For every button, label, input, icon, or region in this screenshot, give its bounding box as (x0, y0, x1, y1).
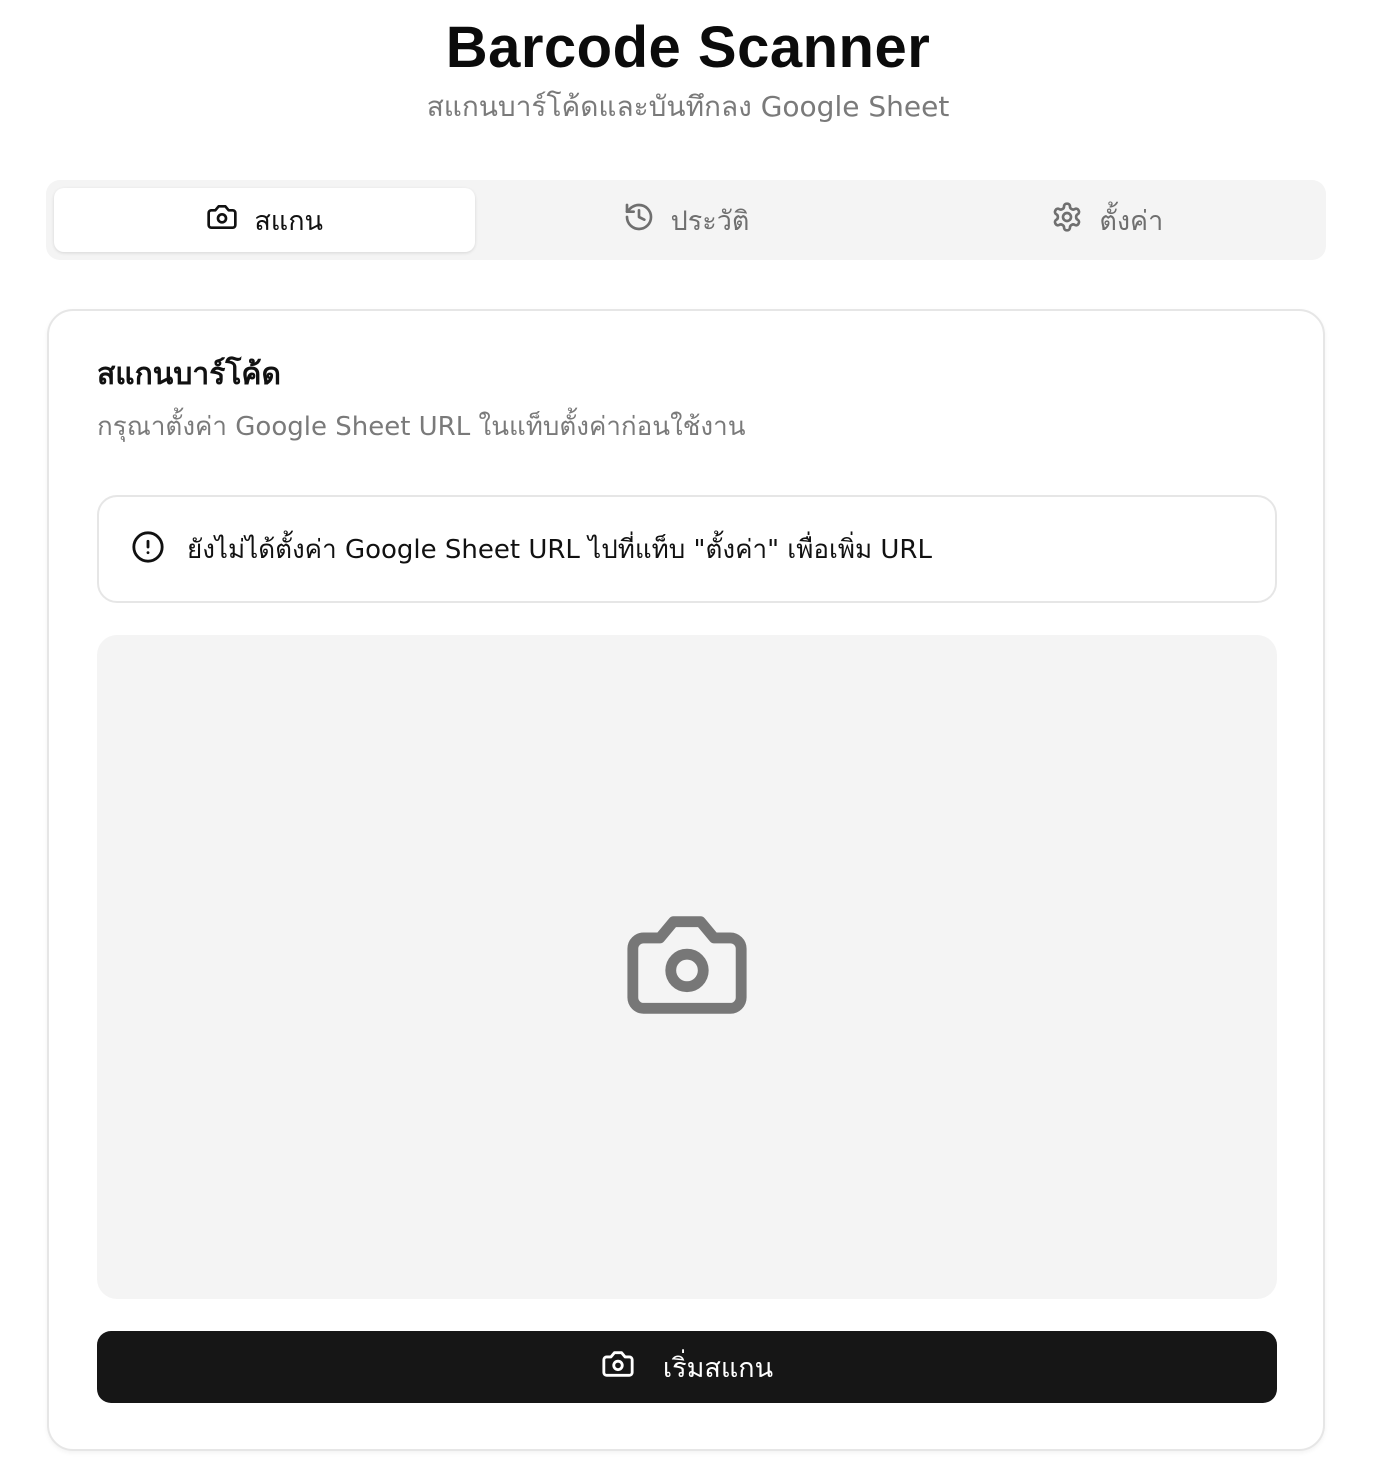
scan-card: สแกนบาร์โค้ด กรุณาตั้งค่า Google Sheet U… (47, 309, 1325, 1451)
tab-settings[interactable]: ตั้งค่า (897, 188, 1318, 252)
tab-settings-label: ตั้งค่า (1099, 205, 1164, 237)
tab-history[interactable]: ประวัติ (475, 188, 896, 252)
card-title: สแกนบาร์โค้ด (97, 357, 281, 392)
camera-icon (601, 1347, 635, 1388)
camera-icon (622, 900, 752, 1035)
app-title: Barcode Scanner (445, 15, 931, 80)
alert-text: ยังไม่ได้ตั้งค่า Google Sheet URL ไปที่แ… (187, 534, 932, 565)
setup-alert: ยังไม่ได้ตั้งค่า Google Sheet URL ไปที่แ… (97, 495, 1277, 603)
history-icon (623, 201, 655, 240)
gear-icon (1051, 201, 1083, 240)
tab-scan[interactable]: สแกน (54, 188, 476, 252)
tab-scan-label: สแกน (254, 205, 323, 237)
camera-icon (206, 201, 238, 240)
start-scan-label: เริ่มสแกน (662, 1352, 774, 1384)
alert-circle-icon (131, 530, 165, 569)
tab-history-label: ประวัติ (670, 205, 750, 237)
tab-bar: สแกน ประวัติ ตั้งค่า (46, 180, 1326, 260)
app-subtitle: สแกนบาร์โค้ดและบันทึกลง Google Sheet (426, 90, 950, 123)
card-description: กรุณาตั้งค่า Google Sheet URL ในแท็บตั้ง… (97, 412, 746, 442)
camera-preview (97, 635, 1277, 1299)
start-scan-button[interactable]: เริ่มสแกน (97, 1331, 1277, 1403)
